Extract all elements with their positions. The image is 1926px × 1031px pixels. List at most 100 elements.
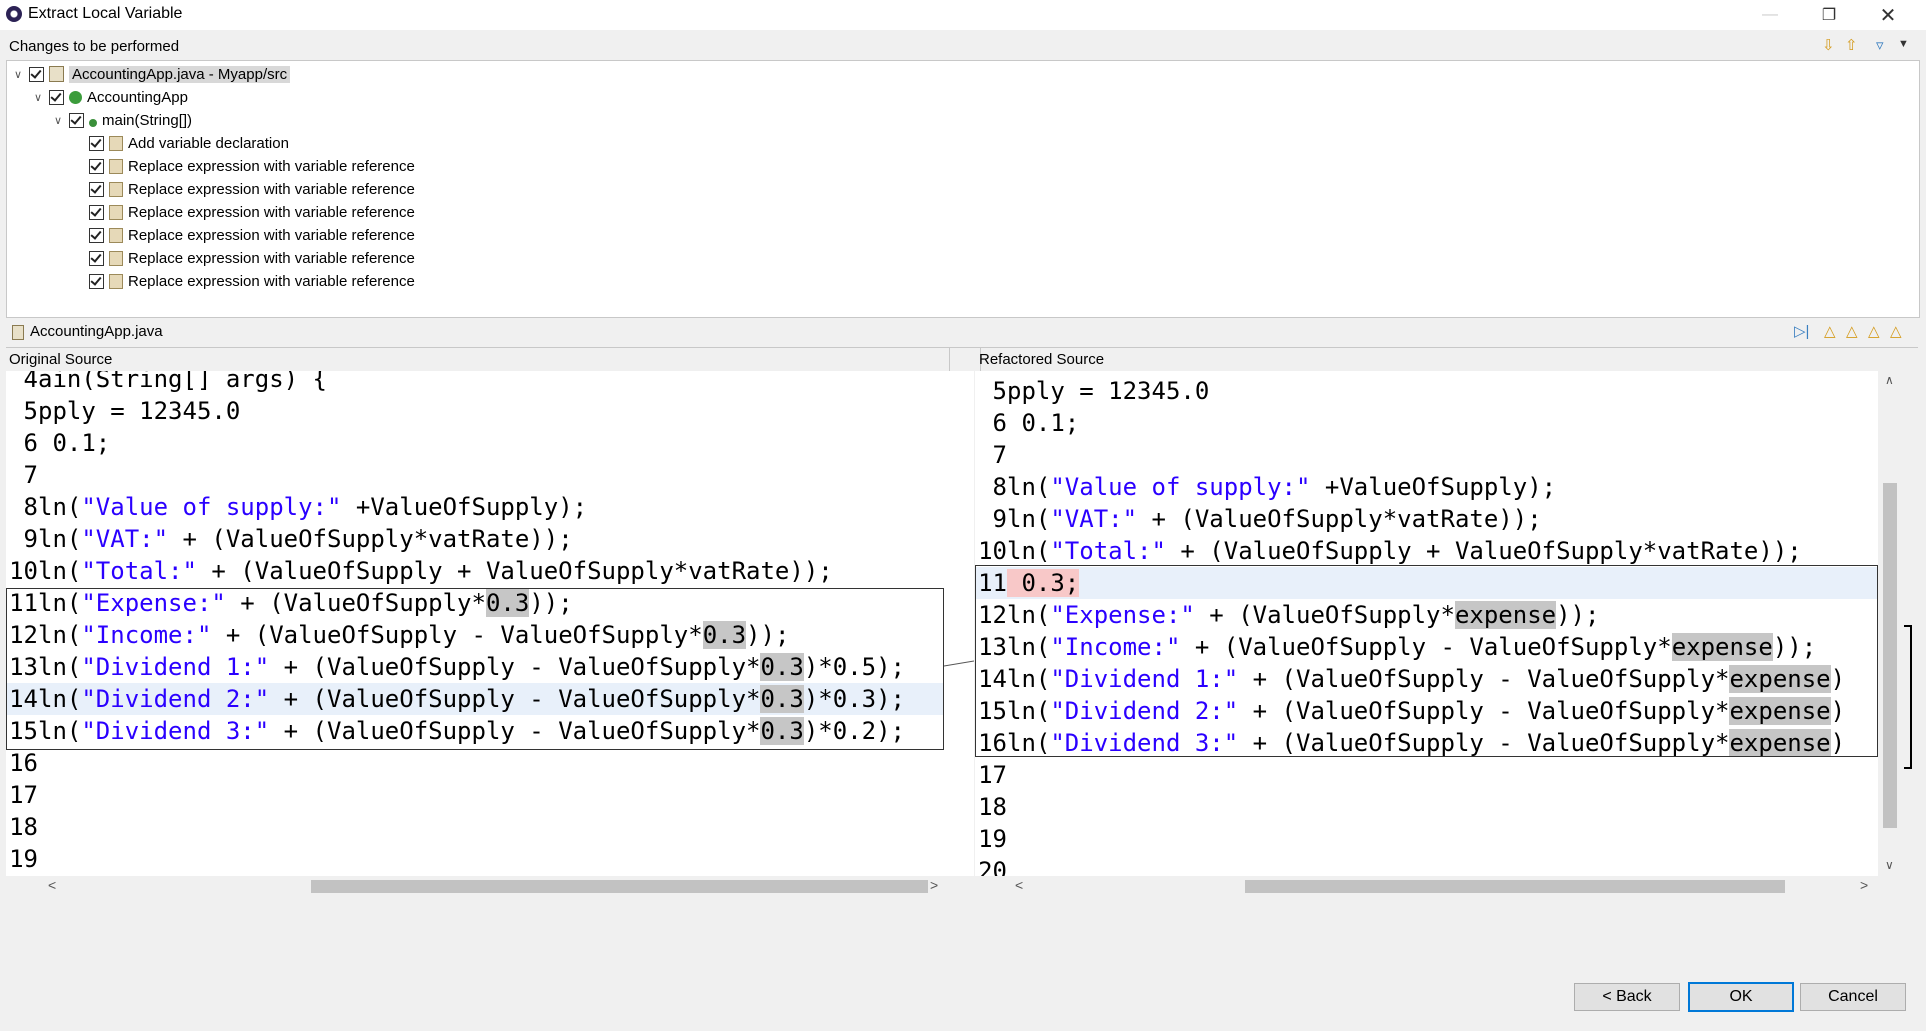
code-line[interactable]: 8ln("Value of supply:" +ValueOfSupply);: [975, 471, 1878, 503]
chevron-down-icon[interactable]: ∨: [31, 91, 45, 104]
code-line[interactable]: 4ain(String[] args) {: [6, 371, 944, 395]
checkbox[interactable]: [89, 158, 104, 174]
code-line[interactable]: 18: [975, 791, 1878, 823]
code-line[interactable]: 8ln("Value of supply:" +ValueOfSupply);: [6, 491, 944, 523]
code-line[interactable]: 9ln("VAT:" + (ValueOfSupply*vatRate));: [6, 523, 944, 555]
code-line[interactable]: 6 0.1;: [6, 427, 944, 459]
back-button[interactable]: < Back: [1574, 983, 1680, 1011]
scroll-down-icon[interactable]: ∨: [1885, 858, 1894, 872]
next-change-icon[interactable]: △: [1868, 322, 1880, 340]
filter-icon[interactable]: ▿: [1876, 36, 1884, 54]
tree-item-method[interactable]: ∨ main(String[]): [51, 109, 192, 131]
tree-item-label: main(String[]): [102, 111, 193, 129]
horizontal-scrollbar-refactored[interactable]: < >: [975, 877, 1878, 895]
code-line[interactable]: 16: [6, 747, 944, 779]
line-number: 19: [978, 825, 1007, 853]
change-icon: [109, 158, 123, 174]
compare-file-bar: AccountingApp.java ▷| △ △ △ △: [6, 320, 1918, 344]
changes-tree[interactable]: ∨ AccountingApp.java - Myapp/src ∨ Accou…: [6, 60, 1920, 318]
tree-item-change[interactable]: Replace expression with variable referen…: [85, 201, 415, 223]
scrollbar-thumb[interactable]: [311, 880, 928, 893]
code-line[interactable]: 20: [975, 855, 1878, 876]
checkbox[interactable]: [49, 89, 64, 105]
next-difference-icon[interactable]: △: [1824, 322, 1836, 340]
tree-item-change[interactable]: Replace expression with variable referen…: [85, 247, 415, 269]
code-text: ln(: [1007, 537, 1051, 565]
scroll-left-icon[interactable]: <: [48, 877, 56, 893]
checkbox[interactable]: [89, 135, 104, 151]
tree-item-change[interactable]: Replace expression with variable referen…: [85, 155, 415, 177]
change-icon: [109, 227, 123, 243]
code-line[interactable]: 7: [975, 439, 1878, 471]
code-line[interactable]: 6 0.1;: [975, 407, 1878, 439]
line-number: 10: [9, 557, 38, 585]
cancel-button[interactable]: Cancel: [1800, 983, 1906, 1011]
vertical-scrollbar[interactable]: ∧ ∨: [1880, 371, 1900, 876]
tree-item-change[interactable]: Add variable declaration: [85, 132, 289, 154]
copy-all-icon[interactable]: ▷|: [1794, 322, 1809, 340]
code-line[interactable]: 17: [975, 759, 1878, 791]
code-line[interactable]: 10ln("Total:" + (ValueOfSupply + ValueOf…: [975, 535, 1878, 567]
chevron-down-icon[interactable]: ∨: [11, 68, 25, 81]
tree-item-label: Replace expression with variable referen…: [128, 203, 415, 221]
horizontal-scrollbar-original[interactable]: < >: [6, 877, 944, 895]
code-line[interactable]: 19: [975, 823, 1878, 855]
tree-item-class[interactable]: ∨ AccountingApp: [31, 86, 188, 108]
scrollbar-thumb[interactable]: [1883, 483, 1897, 828]
cancel-button-label: Cancel: [1828, 988, 1878, 1005]
minimize-button[interactable]: —: [1747, 0, 1793, 30]
code-line[interactable]: 9ln("VAT:" + (ValueOfSupply*vatRate));: [975, 503, 1878, 535]
code-text: ln(: [38, 557, 82, 585]
tree-item-file[interactable]: ∨ AccountingApp.java - Myapp/src: [11, 63, 291, 85]
checkbox[interactable]: [89, 181, 104, 197]
checkbox[interactable]: [29, 66, 44, 82]
line-number: 7: [992, 441, 1007, 469]
refactored-source-pane[interactable]: 5pply = 12345.0 6 0.1; 7 8ln("Value of supp…: [975, 371, 1878, 876]
code-text: ln(: [1007, 505, 1051, 533]
filter-menu-chevron-icon[interactable]: ▼: [1898, 38, 1909, 50]
title-bar: Extract Local Variable — ❐ ✕: [0, 0, 1926, 30]
ok-button[interactable]: OK: [1688, 982, 1794, 1012]
scroll-up-icon[interactable]: ∧: [1885, 373, 1894, 387]
scroll-right-icon[interactable]: >: [930, 877, 938, 893]
change-icon: [109, 204, 123, 220]
checkbox[interactable]: [89, 273, 104, 289]
previous-difference-icon[interactable]: △: [1846, 322, 1858, 340]
checkbox[interactable]: [89, 227, 104, 243]
line-number: 20: [978, 857, 1007, 876]
code-text: + (ValueOfSupply + ValueOfSupply*vatRate…: [196, 557, 833, 585]
tree-item-change[interactable]: Replace expression with variable referen…: [85, 270, 415, 292]
code-line[interactable]: 17: [6, 779, 944, 811]
scroll-right-icon[interactable]: >: [1860, 877, 1868, 893]
code-line[interactable]: 5pply = 12345.0: [6, 395, 944, 427]
tree-item-change[interactable]: Replace expression with variable referen…: [85, 224, 415, 246]
scroll-left-icon[interactable]: <: [1015, 877, 1023, 893]
line-number: 6: [992, 409, 1007, 437]
checkbox[interactable]: [89, 250, 104, 266]
code-line[interactable]: 19: [6, 843, 944, 875]
code-line[interactable]: 5pply = 12345.0: [975, 375, 1878, 407]
next-change-icon[interactable]: ⇩: [1822, 36, 1835, 54]
code-line[interactable]: 7: [6, 459, 944, 491]
java-file-icon: [49, 66, 64, 82]
tree-item-label: Replace expression with variable referen…: [128, 180, 415, 198]
line-number: 18: [978, 793, 1007, 821]
code-line[interactable]: 18: [6, 811, 944, 843]
string-literal: "VAT:": [81, 525, 169, 553]
string-literal: "Value of supply:": [1050, 473, 1311, 501]
diff-frame: [6, 588, 944, 750]
compare-file-name: AccountingApp.java: [30, 323, 163, 340]
checkbox[interactable]: [69, 112, 84, 128]
change-icon: [109, 250, 123, 266]
scrollbar-thumb[interactable]: [1245, 880, 1785, 893]
close-button[interactable]: ✕: [1865, 0, 1911, 30]
compare-headers: Original Source Refactored Source: [6, 347, 1918, 371]
restore-icon[interactable]: ❐: [1806, 0, 1852, 30]
code-line[interactable]: 10ln("Total:" + (ValueOfSupply + ValueOf…: [6, 555, 944, 587]
previous-change-icon[interactable]: ⇧: [1845, 36, 1858, 54]
tree-item-change[interactable]: Replace expression with variable referen…: [85, 178, 415, 200]
original-source-pane[interactable]: 4ain(String[] args) {5pply = 12345.0 6 0.…: [6, 371, 944, 876]
checkbox[interactable]: [89, 204, 104, 220]
previous-change-icon[interactable]: △: [1890, 322, 1902, 340]
chevron-down-icon[interactable]: ∨: [51, 114, 65, 127]
